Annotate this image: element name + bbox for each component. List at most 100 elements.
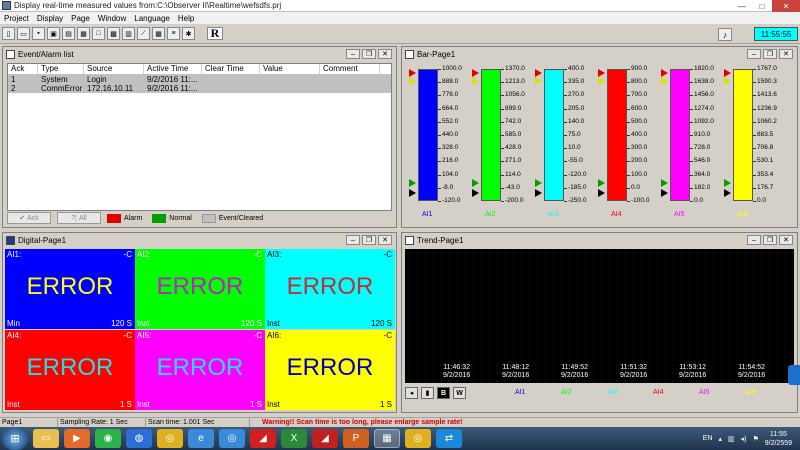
language-indicator[interactable]: EN xyxy=(703,435,713,442)
side-widget-icon[interactable] xyxy=(788,365,800,385)
volume-icon[interactable]: ◂) xyxy=(741,435,747,443)
line-app-icon[interactable]: ◉ xyxy=(95,429,121,448)
chrome-icon[interactable]: ◎ xyxy=(157,429,183,448)
panel-restore-icon[interactable]: ❐ xyxy=(763,235,777,245)
menu-language[interactable]: Language xyxy=(130,14,174,23)
media-player-icon[interactable]: ▶ xyxy=(64,429,90,448)
menu-project[interactable]: Project xyxy=(0,14,33,23)
ack-button[interactable]: ✔ Ack xyxy=(7,212,51,224)
black-bg-button[interactable]: B xyxy=(437,387,450,399)
pan-left-icon[interactable]: ◂ xyxy=(405,387,418,399)
menu-display[interactable]: Display xyxy=(33,14,67,23)
panel-restore-icon[interactable]: ❐ xyxy=(362,49,376,59)
panel-restore-icon[interactable]: ❐ xyxy=(362,235,376,245)
col-value[interactable]: Value xyxy=(260,64,320,74)
panel-close-icon[interactable]: ✕ xyxy=(779,49,793,59)
tray-clock[interactable]: 11:55 9/2/2559 xyxy=(765,430,792,448)
white-bg-button[interactable]: W xyxy=(453,387,466,399)
panel-close-icon[interactable]: ✕ xyxy=(779,235,793,245)
channel-mode: Inst xyxy=(267,400,280,409)
bar-fill[interactable] xyxy=(607,69,627,201)
settings-icon[interactable]: ✱ xyxy=(182,27,195,40)
panel-close-icon[interactable]: ✕ xyxy=(378,49,392,59)
bar-tick-label: 585.0 xyxy=(505,131,522,138)
ie-icon[interactable]: e xyxy=(188,429,214,448)
channel-unit: -C xyxy=(383,250,392,259)
bar-tick-mark xyxy=(627,108,630,110)
chrome-alt-icon[interactable]: ◎ xyxy=(219,429,245,448)
menu-window[interactable]: Window xyxy=(94,14,130,23)
col-clear-time[interactable]: Clear Time xyxy=(202,64,260,74)
col-comment[interactable]: Comment xyxy=(320,64,380,74)
panel-close-icon[interactable]: ✕ xyxy=(378,235,392,245)
panel-minimize-icon[interactable]: – xyxy=(747,49,761,59)
trend-panel-titlebar: Trend-Page1 – ❐ ✕ xyxy=(402,233,797,247)
grid-view-icon[interactable]: ▦ xyxy=(152,27,165,40)
print-icon[interactable]: ▤ xyxy=(62,27,75,40)
col-active-time[interactable]: Active Time xyxy=(144,64,202,74)
excel-icon[interactable]: X xyxy=(281,429,307,448)
new-file-icon[interactable]: ▯ xyxy=(2,27,15,40)
flag-icon[interactable]: ⚑ xyxy=(752,435,758,443)
network-icon[interactable]: ▥ xyxy=(728,435,735,443)
bar-tick-label: 888.0 xyxy=(442,78,459,86)
table-row[interactable]: 2 CommError 172.16.10.11 9/2/2016 11:... xyxy=(8,84,391,93)
teamviewer-icon[interactable]: ⇄ xyxy=(436,429,462,448)
open-folder-icon[interactable]: ▭ xyxy=(17,27,30,40)
alarm-bell-icon[interactable]: ♪ xyxy=(718,28,732,41)
panel-minimize-icon[interactable]: – xyxy=(346,235,360,245)
chrome-2-icon[interactable]: ◎ xyxy=(405,429,431,448)
start-button[interactable]: ⊞ xyxy=(2,427,28,450)
panel-minimize-icon[interactable]: – xyxy=(346,49,360,59)
digital-view-icon[interactable]: ▩ xyxy=(107,27,120,40)
digital-cell-1[interactable]: AI1: -C ERROR Min 120 S xyxy=(5,249,135,329)
maximize-button[interactable]: □ xyxy=(752,0,772,12)
app-icon xyxy=(2,1,11,10)
bar-fill[interactable] xyxy=(418,69,438,201)
minimize-button[interactable]: — xyxy=(732,0,752,12)
skype-icon[interactable]: ◍ xyxy=(126,429,152,448)
ppt-icon[interactable]: P xyxy=(343,429,369,448)
digital-cell-2[interactable]: AI2: -C ERROR Inst 120 S xyxy=(135,249,265,329)
observer-app-icon[interactable]: ▦ xyxy=(374,429,400,448)
bar-tick-label: 400.0 xyxy=(631,131,648,138)
pdf-icon[interactable]: ◢ xyxy=(250,429,276,448)
bar-ai1: 1000.0 888.0 776.0 664.0 552.0 440.0 328.0 216.… xyxy=(404,63,467,249)
menu-page[interactable]: Page xyxy=(67,14,94,23)
alarm-limit-marker xyxy=(535,69,542,77)
channel-unit: -C xyxy=(123,331,132,340)
col-source[interactable]: Source xyxy=(84,64,144,74)
ack-all-button[interactable]: ?¦ All xyxy=(57,212,101,224)
digital-cell-3[interactable]: AI3: -C ERROR Inst 120 S xyxy=(265,249,395,329)
chevron-up-icon[interactable]: ▴ xyxy=(718,435,722,443)
channel-name: AI5: xyxy=(137,331,152,340)
file-explorer-icon[interactable]: ▭ xyxy=(33,429,59,448)
digital-cell-4[interactable]: AI4: -C ERROR Inst 1 S xyxy=(5,330,135,410)
bar-fill[interactable] xyxy=(544,69,564,201)
bar-fill[interactable] xyxy=(481,69,501,201)
menu-help[interactable]: Help xyxy=(174,14,198,23)
panel-minimize-icon[interactable]: – xyxy=(747,235,761,245)
channel-name: AI6: xyxy=(267,331,282,340)
bar-fill[interactable] xyxy=(733,69,753,201)
window-view-icon[interactable]: □ xyxy=(92,27,105,40)
table-view-icon[interactable]: ▦ xyxy=(77,27,90,40)
digital-cell-6[interactable]: AI6: -C ERROR Inst 1 S xyxy=(265,330,395,410)
col-ack[interactable]: Ack xyxy=(8,64,38,74)
pdf-alt-icon[interactable]: ◢ xyxy=(312,429,338,448)
col-type[interactable]: Type xyxy=(38,64,84,74)
list-view-icon[interactable]: ≡ xyxy=(167,27,180,40)
trend-chart-area[interactable]: 11:46:32 9/2/2016 11:48:12 9/2/2016 11:49:52… xyxy=(405,249,794,383)
panel-restore-icon[interactable]: ❐ xyxy=(763,49,777,59)
bar-view-icon[interactable]: ▥ xyxy=(122,27,135,40)
display-icon[interactable]: ▣ xyxy=(47,27,60,40)
save-icon[interactable]: ▪ xyxy=(32,27,45,40)
report-button[interactable]: R xyxy=(207,26,223,40)
digital-cell-5[interactable]: AI5: -C ERROR Inst 1 S xyxy=(135,330,265,410)
bar-fill[interactable] xyxy=(670,69,690,201)
cursor-icon[interactable]: ▮ xyxy=(421,387,434,399)
close-button[interactable]: ✕ xyxy=(772,0,800,12)
table-row[interactable]: 1 System Login 9/2/2016 11:... xyxy=(8,75,391,84)
bar-tick-label: 530.1 xyxy=(757,157,774,165)
trend-view-icon[interactable]: ⟋ xyxy=(137,27,150,40)
